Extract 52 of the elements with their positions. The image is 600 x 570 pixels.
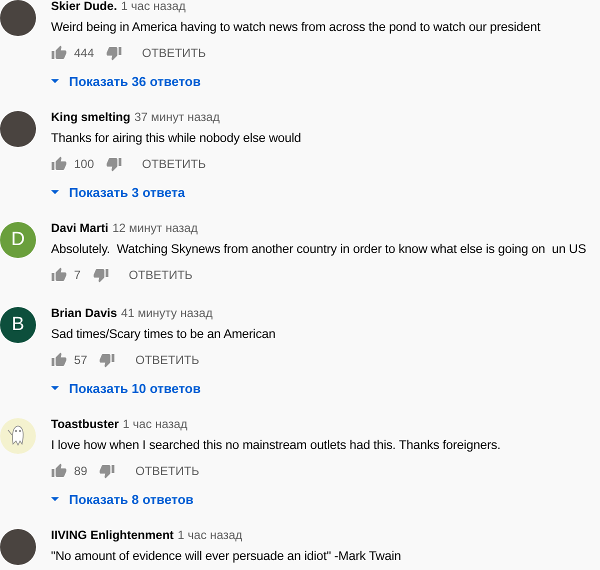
avatar-letter[interactable]: B — [0, 307, 36, 343]
reply-button[interactable]: ОТВЕТИТЬ — [134, 153, 214, 175]
caret-icon — [51, 386, 59, 391]
reply-button[interactable]: ОТВЕТИТЬ — [134, 42, 214, 64]
show-replies-button[interactable]: Показать 3 ответа — [51, 182, 185, 203]
comment-time[interactable]: 41 минуту назад — [121, 306, 213, 320]
show-replies-button[interactable]: Показать 8 ответов — [51, 489, 194, 510]
avatar-letter[interactable]: D — [0, 222, 36, 258]
like-count: 444 — [74, 46, 94, 60]
caret-icon — [51, 190, 59, 195]
reply-button[interactable]: ОТВЕТИТЬ — [127, 460, 208, 482]
thumbs-up-icon[interactable] — [51, 45, 67, 61]
comment-author[interactable]: Toastbuster — [51, 417, 119, 431]
ghost-avatar-icon[interactable] — [0, 418, 36, 454]
like-count: 89 — [74, 464, 88, 478]
avatar-photo-placeholder[interactable] — [0, 529, 36, 565]
reply-button[interactable]: ОТВЕТИТЬ — [127, 349, 208, 371]
comment-author[interactable]: King smelting — [51, 110, 130, 124]
thumbs-down-icon[interactable] — [106, 156, 122, 172]
caret-icon — [51, 79, 59, 84]
comment-time[interactable]: 1 час назад — [121, 0, 186, 13]
comment-time[interactable]: 1 час назад — [122, 417, 188, 431]
comment-author[interactable]: Brian Davis — [51, 306, 118, 320]
like-count: 7 — [74, 268, 81, 282]
show-replies-button[interactable]: Показать 36 ответов — [51, 71, 201, 92]
comment-author[interactable]: IIVING Enlightenment — [51, 528, 174, 542]
avatar-photo-placeholder[interactable] — [0, 0, 36, 36]
comment-author[interactable]: Skier Dude. — [51, 0, 118, 13]
avatar-photo-placeholder[interactable] — [0, 111, 36, 147]
comment-text: Thanks for airing this while nobody else would — [51, 130, 302, 147]
comment-text: Absolutely. Watching Skynews from another country in order to know what else is going on un US — [51, 241, 588, 258]
comment-time[interactable]: 12 минут назад — [112, 221, 198, 235]
comment-text: "No amount of evidence will ever persuade an idiot" -Mark Twain — [51, 548, 402, 565]
thumbs-up-icon[interactable] — [51, 156, 67, 172]
thumbs-up-icon[interactable] — [51, 267, 67, 283]
comment-author[interactable]: Davi Marti — [51, 221, 108, 235]
thumbs-up-icon[interactable] — [51, 352, 67, 368]
like-count: 57 — [74, 353, 88, 367]
like-count: 100 — [74, 157, 94, 171]
thumbs-down-icon[interactable] — [99, 352, 116, 368]
show-replies-button[interactable]: Показать 10 ответов — [51, 378, 201, 399]
comment-time[interactable]: 1 час назад — [178, 528, 242, 542]
comment-text: Sad times/Scary times to be an American — [51, 326, 276, 343]
comment-text: I love how when I searched this no mainstream outlets had this. Thanks foreigners. — [51, 437, 502, 454]
caret-icon — [51, 497, 59, 502]
thumbs-down-icon[interactable] — [92, 267, 109, 283]
thumbs-down-icon[interactable] — [106, 45, 122, 61]
reply-button[interactable]: ОТВЕТИТЬ — [120, 264, 201, 286]
comment-time[interactable]: 37 минут назад — [134, 110, 220, 124]
thumbs-up-icon[interactable] — [51, 463, 67, 479]
thumbs-down-icon[interactable] — [99, 463, 116, 479]
comment-text: Weird being in America having to watch news from across the pond to watch our president — [51, 19, 542, 36]
